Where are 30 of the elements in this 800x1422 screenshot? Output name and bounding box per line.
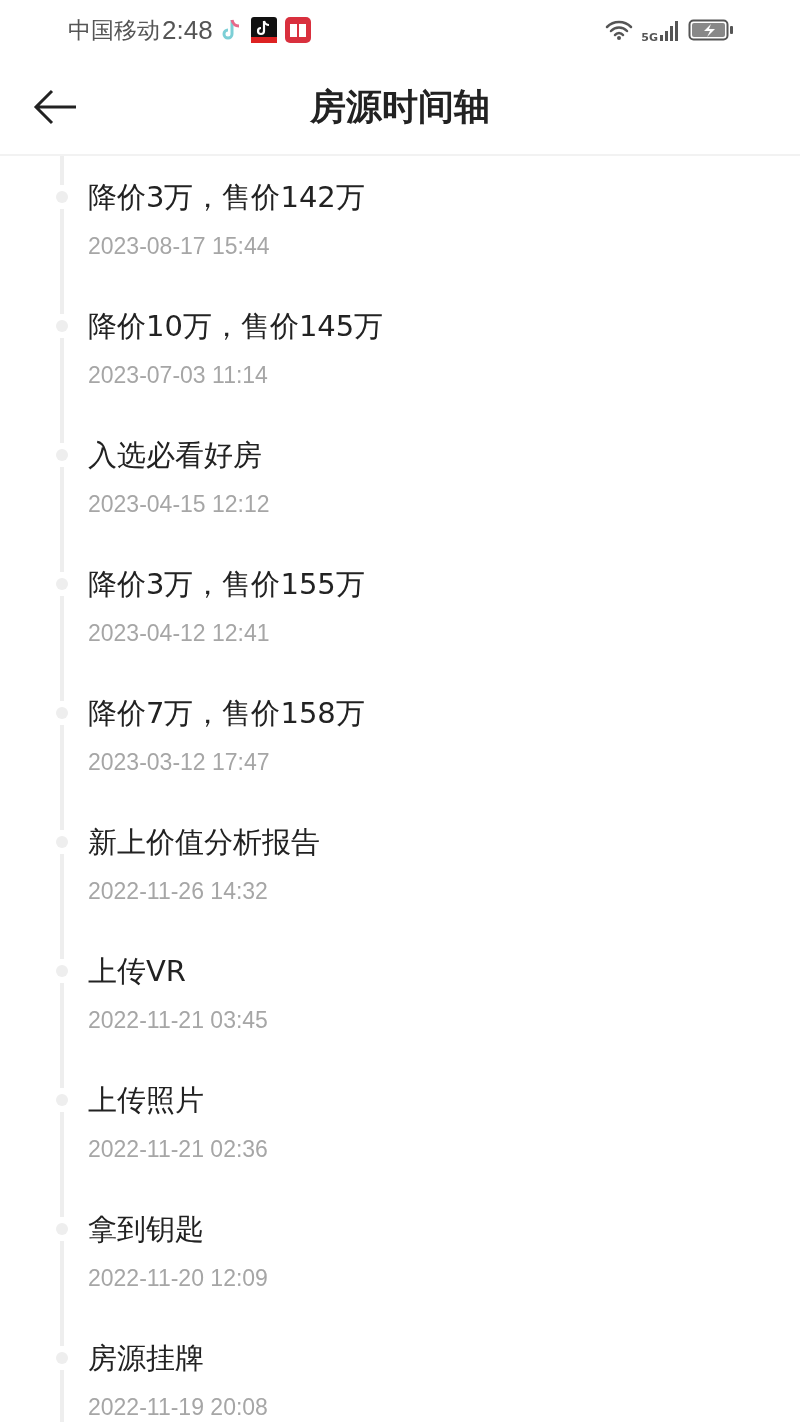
signal-icon	[660, 19, 680, 41]
event-time: 2022-11-20 12:09	[88, 1264, 268, 1293]
app-icon	[250, 17, 277, 43]
book-icon	[284, 17, 311, 43]
event-title: 拿到钥匙	[88, 1211, 205, 1248]
event-time: 2023-03-12 17:47	[88, 748, 271, 777]
event-time: 2023-04-15 12:12	[88, 490, 270, 519]
event-title: 入选必看好房	[88, 437, 263, 474]
wifi-icon	[605, 19, 634, 41]
event-title: 上传照片	[88, 1082, 205, 1119]
event-time: 2023-08-17 15:44	[88, 232, 271, 261]
event-time: 2023-07-03 11:14	[88, 361, 269, 390]
event-time: 2022-11-21 02:36	[88, 1135, 268, 1164]
event-title: 降价10万，售价145万	[88, 308, 384, 345]
event-title: 降价3万，售价155万	[88, 566, 365, 603]
event-title: 上传VR	[88, 953, 187, 990]
event-time: 2022-11-21 03:45	[88, 1006, 268, 1035]
battery-charging-icon	[688, 18, 734, 42]
page-title: 房源时间轴	[310, 84, 490, 129]
back-arrow-icon[interactable]	[32, 87, 78, 127]
event-time: 2023-04-12 12:41	[88, 619, 271, 648]
event-time: 2022-11-19 20:08	[88, 1393, 268, 1422]
event-title: 降价7万，售价158万	[88, 695, 365, 732]
event-title: 新上价值分析报告	[88, 824, 320, 861]
network-type: 5G	[641, 30, 658, 44]
event-title: 房源挂牌	[88, 1340, 205, 1377]
clock-time: 2:48	[162, 14, 213, 46]
carrier-name: 中国移动	[68, 15, 160, 45]
event-title: 降价3万，售价142万	[88, 179, 365, 216]
event-time: 2022-11-26 14:32	[88, 877, 269, 906]
